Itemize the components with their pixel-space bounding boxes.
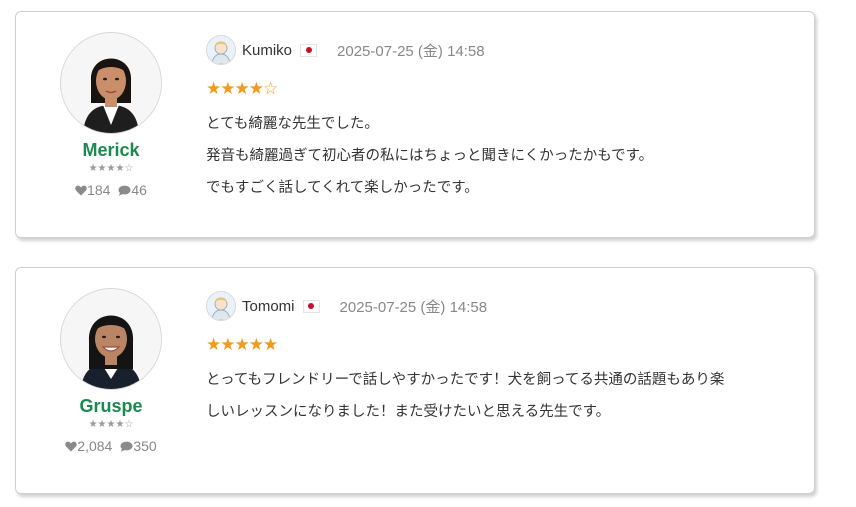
review-header: Tomomi 2025-07-25 (金) 14:58 [206,291,796,321]
review-date: 2025-07-25 (金) 14:58 [339,298,488,316]
teacher-photo-image [61,289,161,389]
teacher-photo-image [61,33,161,133]
reviewer-name[interactable]: Tomomi [242,298,295,315]
teacher-name[interactable]: Merick [60,140,162,161]
teacher-profile[interactable]: Merick ★★★★☆ 184 46 [60,32,162,199]
teacher-rating-stars-icon: ★★★★☆ [88,163,134,174]
review-text: とってもフレンドリーで話しやすかったです！犬を飼ってる共通の話題もあり楽 しいレ… [206,364,796,428]
review-line: とても綺麗な先生でした。 [206,116,379,132]
comment-icon [118,183,131,199]
teacher-rating-stars-icon: ★★★★☆ [88,419,134,430]
teacher-photo[interactable] [60,32,162,134]
review-rating-stars-icon: ★★★★★ [206,335,278,355]
review-card: Gruspe ★★★★☆ 2,084 350 Tomomi 2025-07-25… [15,267,815,494]
teacher-profile[interactable]: Gruspe ★★★★☆ 2,084 350 [60,288,162,455]
likes-count: 184 [87,182,111,198]
reviewer-name[interactable]: Kumiko [242,42,292,59]
teacher-photo[interactable] [60,288,162,390]
japan-flag-icon [300,43,318,57]
review-date: 2025-07-25 (金) 14:58 [337,42,485,60]
likes-count: 2,084 [77,438,113,454]
teacher-stats: 184 46 [60,182,162,199]
comment-icon [120,439,133,455]
reviewer-avatar-icon [206,35,236,65]
review-line: 発音も綺麗過ぎて初心者の私にはちょっと聞きにくかったかもです。 [206,148,654,164]
review-line: とってもフレンドリーで話しやすかったです！犬を飼ってる共通の話題もあり楽 [206,372,725,388]
teacher-name[interactable]: Gruspe [60,396,162,417]
heart-icon [75,183,87,199]
review-text: とても綺麗な先生でした。 発音も綺麗過ぎて初心者の私にはちょっと聞きにくかったか… [206,108,796,204]
comments-count: 350 [133,438,157,454]
comments-count: 46 [131,182,147,198]
japan-flag-icon [302,299,320,313]
review-header: Kumiko 2025-07-25 (金) 14:58 [206,35,796,65]
review-body: Tomomi 2025-07-25 (金) 14:58 ★★★★★ とってもフレ… [206,291,796,428]
review-rating-stars-icon: ★★★★☆ [206,79,278,99]
teacher-stats: 2,084 350 [60,438,162,455]
review-line: でもすごく話してくれて楽しかったです。 [206,180,479,196]
review-card: Merick ★★★★☆ 184 46 Kumiko 2025-07-25 (金… [15,11,815,238]
reviewer-avatar-icon [206,291,236,321]
review-line: しいレッスンになりました！また受けたいと思える先生です。 [206,404,611,420]
heart-icon [65,439,78,455]
review-body: Kumiko 2025-07-25 (金) 14:58 ★★★★☆ とても綺麗な… [206,35,796,204]
